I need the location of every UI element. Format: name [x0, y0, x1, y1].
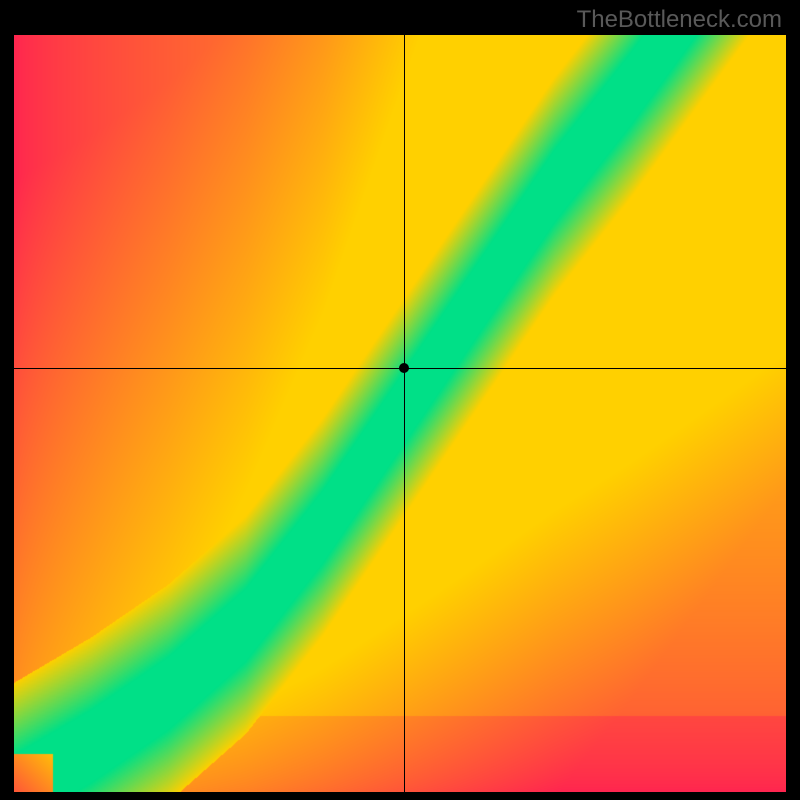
- crosshair-vertical: [404, 35, 405, 792]
- heatmap-canvas: [14, 35, 786, 792]
- marker-point: [399, 363, 409, 373]
- watermark-text: TheBottleneck.com: [577, 6, 782, 34]
- heatmap-chart: [14, 35, 786, 792]
